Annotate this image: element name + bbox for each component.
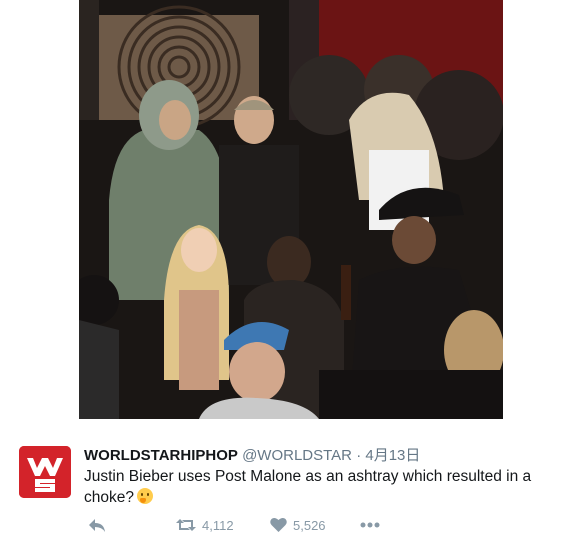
like-count: 5,526 xyxy=(293,517,326,533)
reply-icon xyxy=(89,519,105,532)
tweet-header: WORLDSTARHIPHOP @WORLDSTAR · 4月13日 xyxy=(84,444,420,465)
retweet-count: 4,112 xyxy=(202,517,234,533)
tweet-actions: 4,112 5,526 xyxy=(88,517,408,537)
user-handle[interactable]: @WORLDSTAR xyxy=(242,447,352,464)
separator-dot: · xyxy=(356,447,362,464)
display-name[interactable]: WORLDSTARHIPHOP xyxy=(84,447,238,464)
more-icon xyxy=(360,522,380,528)
retweet-button[interactable]: 4,112 xyxy=(176,517,234,533)
photo-illustration xyxy=(79,0,503,419)
worldstar-avatar[interactable] xyxy=(19,446,71,498)
retweet-icon xyxy=(176,519,196,531)
like-button[interactable]: 5,526 xyxy=(270,517,326,533)
reply-button[interactable] xyxy=(88,517,106,533)
tweet-photo[interactable] xyxy=(79,0,503,419)
more-button[interactable] xyxy=(360,521,380,529)
thinking-face-icon xyxy=(136,488,153,504)
worldstar-logo-icon xyxy=(19,446,71,498)
tweet-date[interactable]: 4月13日 xyxy=(365,447,420,464)
tweet-text: Justin Bieber uses Post Malone as an ash… xyxy=(84,466,554,508)
heart-icon xyxy=(270,517,287,532)
